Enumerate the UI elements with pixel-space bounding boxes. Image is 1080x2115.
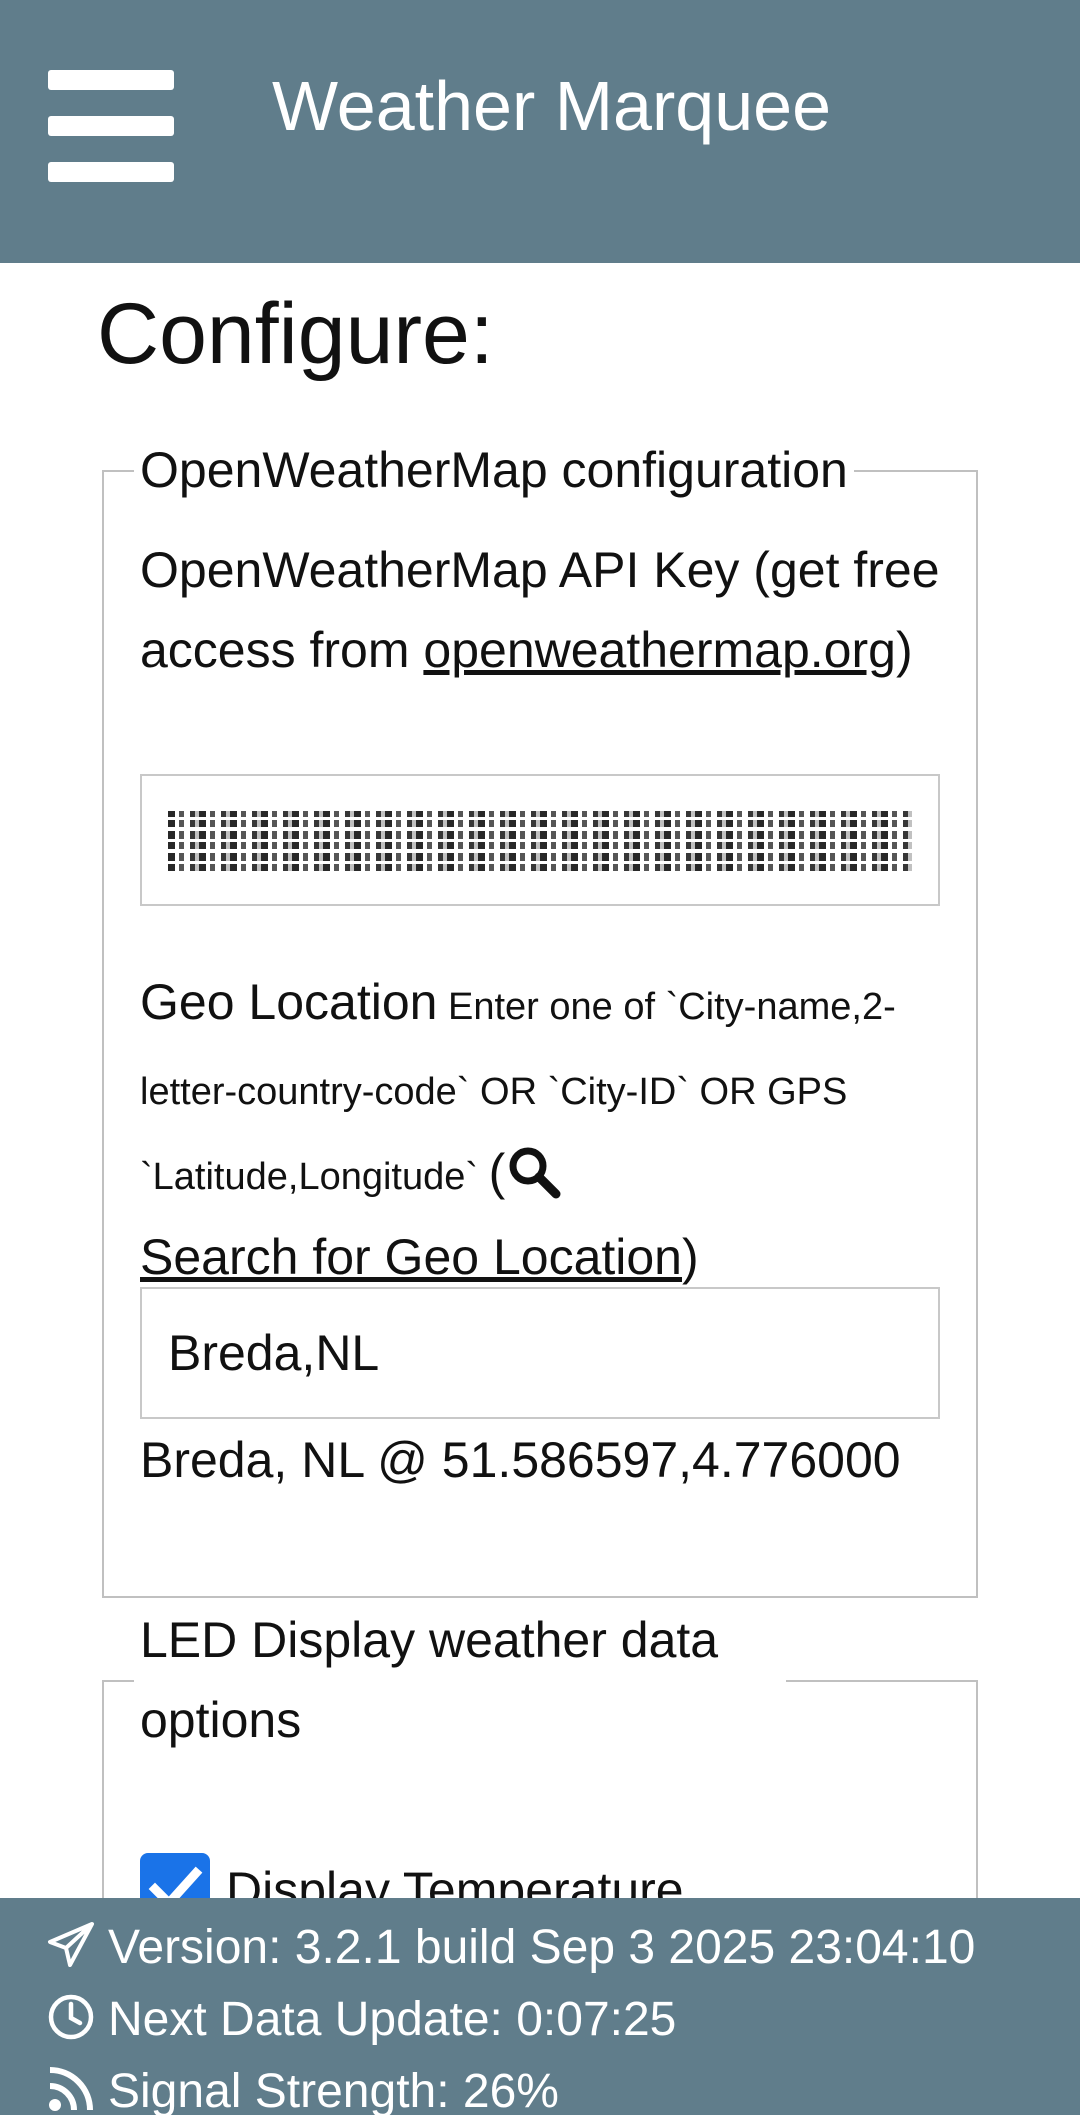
page: Weather Marquee Configure: OpenWeatherMa… xyxy=(0,0,1080,2115)
geo-location-input[interactable]: Breda,NL xyxy=(140,1287,940,1419)
version-text: Version: 3.2.1 build Sep 3 2025 23:04:10 xyxy=(108,1921,976,1974)
next-update-text: Next Data Update: 0:07:25 xyxy=(108,1993,677,2046)
geo-search-open-paren: ( xyxy=(488,1144,506,1200)
openweathermap-link[interactable]: openweathermap.org xyxy=(423,622,896,678)
app-title: Weather Marquee xyxy=(272,67,832,145)
signal-text: Signal Strength: 26% xyxy=(108,2065,559,2115)
led-display-legend: LED Display weather data options xyxy=(134,1600,786,1760)
api-key-input[interactable] xyxy=(140,774,940,906)
geo-search-close-paren: ) xyxy=(682,1229,699,1285)
page-title: Configure: xyxy=(97,286,494,382)
top-app-bar: Weather Marquee xyxy=(0,0,1080,263)
geo-location-title: Geo Location xyxy=(140,974,438,1030)
rss-signal-icon xyxy=(49,2067,93,2111)
geo-location-label: Geo Location Enter one of `City-name,2-l… xyxy=(140,962,940,1297)
paper-plane-icon xyxy=(48,1922,94,1967)
api-key-label: OpenWeatherMap API Key (get free access … xyxy=(140,530,940,690)
clock-icon xyxy=(48,1994,94,2040)
api-key-obscured-value xyxy=(168,810,912,871)
status-footer: Version: 3.2.1 build Sep 3 2025 23:04:10… xyxy=(0,1898,1080,2115)
hamburger-menu-icon[interactable] xyxy=(48,70,174,182)
geo-search-link[interactable]: Search for Geo Location xyxy=(140,1229,682,1285)
search-icon[interactable] xyxy=(507,1145,561,1199)
openweathermap-legend: OpenWeatherMap configuration xyxy=(134,430,854,510)
api-key-label-suffix: ) xyxy=(895,622,913,678)
geo-location-result: Breda, NL @ 51.586597,4.776000 xyxy=(140,1432,901,1488)
